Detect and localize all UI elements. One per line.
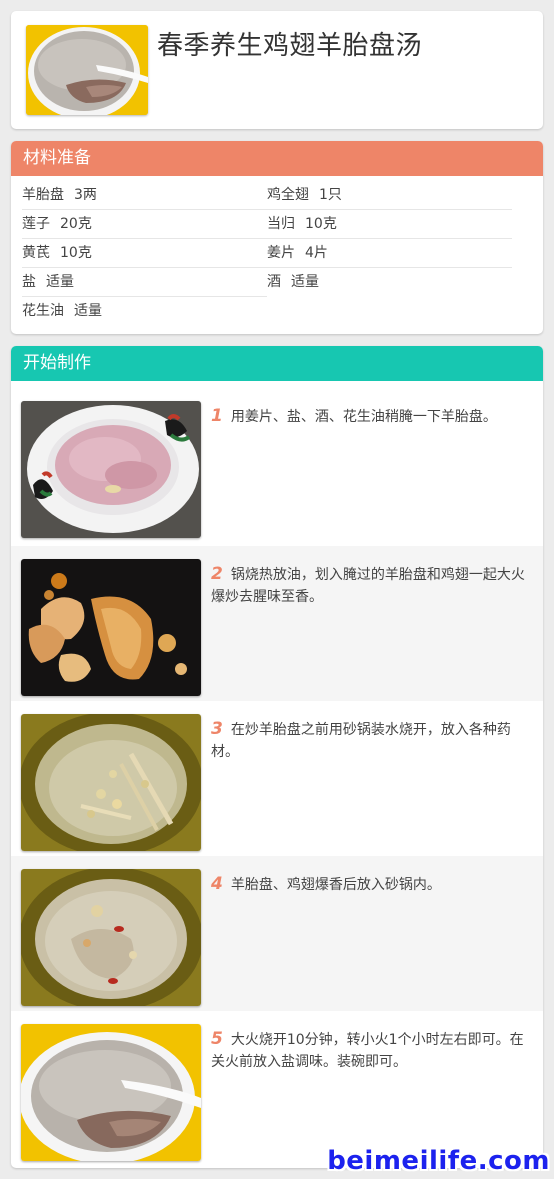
recipe-thumbnail-image [26,25,148,115]
step-description: 5 大火烧开10分钟，转小火1个小时左右即可。在关火前放入盐调味。装碗即可。 [211,1028,531,1073]
ingredient-amount: 适量 [74,303,102,319]
step-item: 2 锅烧热放油，划入腌过的羊胎盘和鸡翅一起大火爆炒去腥味至香。 [11,546,543,701]
recipe-header-card: 春季养生鸡翅羊胎盘汤 [11,11,543,129]
step-text: 大火烧开10分钟，转小火1个小时左右即可。在关火前放入盐调味。装碗即可。 [211,1032,524,1070]
step-text: 用姜片、盐、酒、花生油稍腌一下羊胎盘。 [230,409,497,425]
ingredient-amount: 适量 [46,274,74,290]
ingredient-name: 黄芪 [22,245,50,261]
step-description: 2 锅烧热放油，划入腌过的羊胎盘和鸡翅一起大火爆炒去腥味至香。 [211,563,531,608]
ingredient-name: 花生油 [22,303,64,319]
ingredient-item: 莲子 20克 [22,210,267,239]
ingredient-item: 鸡全翅 1只 [267,181,512,210]
step-photo [21,559,201,696]
ingredient-item: 姜片 4片 [267,239,512,268]
ingredients-list: 羊胎盘 3两 鸡全翅 1只 莲子 20克 当归 10克 黄芪 10克 姜片 4片 盐适量 酒… [22,181,512,326]
ingredient-amount: 1只 [319,187,342,203]
ingredient-row: 花生油 适量 [22,297,512,326]
ingredients-heading: 材料准备 [11,141,543,176]
step-number: 4 [211,874,223,894]
step-photo [21,1024,201,1161]
step-item: 5 大火烧开10分钟，转小火1个小时左右即可。在关火前放入盐调味。装碗即可。 [11,1011,543,1166]
ingredient-name: 莲子 [22,216,50,232]
step-description: 1 用姜片、盐、酒、花生油稍腌一下羊胎盘。 [211,405,531,428]
ingredients-card: 材料准备 羊胎盘 3两 鸡全翅 1只 莲子 20克 当归 10克 黄芪 10克 姜片 4片 … [11,141,543,334]
step-description: 4 羊胎盘、鸡翅爆香后放入砂锅内。 [211,873,531,896]
step-item: 3 在炒羊胎盘之前用砂锅装水烧开，放入各种药材。 [11,701,543,856]
step-item: 1 用姜片、盐、酒、花生油稍腌一下羊胎盘。 [11,391,543,546]
step-number: 5 [211,1029,223,1049]
recipe-title: 春季养生鸡翅羊胎盘汤 [157,31,423,61]
ingredient-row: 盐适量 酒适量 [22,268,512,297]
step-photo [21,401,201,538]
ingredient-amount: 10克 [305,216,337,232]
step-number: 1 [211,406,223,426]
step-photo [21,869,201,1006]
step-item: 4 羊胎盘、鸡翅爆香后放入砂锅内。 [11,856,543,1011]
ingredient-name: 盐 [22,274,36,290]
steps-card: 开始制作 1 用姜片、盐、酒、花生油稍腌一下羊胎盘。 2 锅烧热放油，划入腌过的… [11,346,543,1168]
ingredient-item: 黄芪 10克 [22,239,267,268]
step-text: 羊胎盘、鸡翅爆香后放入砂锅内。 [230,877,441,893]
ingredient-amount: 10克 [60,245,92,261]
ingredient-amount: 20克 [60,216,92,232]
step-number: 2 [211,564,223,584]
ingredient-item: 羊胎盘 3两 [22,181,267,210]
ingredient-name: 当归 [267,216,295,232]
ingredient-amount: 3两 [74,187,97,203]
step-text: 在炒羊胎盘之前用砂锅装水烧开，放入各种药材。 [211,722,511,760]
ingredient-amount: 适量 [291,274,319,290]
ingredient-item: 盐适量 [22,268,267,297]
ingredient-item: 花生油 适量 [22,297,267,326]
site-watermark: beimeilife.com [327,1146,550,1176]
ingredient-name: 姜片 [267,245,295,261]
ingredient-row: 羊胎盘 3两 鸡全翅 1只 [22,181,512,210]
step-number: 3 [211,719,223,739]
steps-heading: 开始制作 [11,346,543,381]
ingredient-row: 莲子 20克 当归 10克 [22,210,512,239]
ingredient-item: 酒适量 [267,268,512,297]
ingredient-row: 黄芪 10克 姜片 4片 [22,239,512,268]
ingredient-amount: 4片 [305,245,328,261]
ingredient-name: 酒 [267,274,281,290]
ingredient-name: 羊胎盘 [22,187,64,203]
ingredient-item: 当归 10克 [267,210,512,239]
ingredient-name: 鸡全翅 [267,187,309,203]
step-photo [21,714,201,851]
step-description: 3 在炒羊胎盘之前用砂锅装水烧开，放入各种药材。 [211,718,531,763]
step-text: 锅烧热放油，划入腌过的羊胎盘和鸡翅一起大火爆炒去腥味至香。 [211,567,525,605]
